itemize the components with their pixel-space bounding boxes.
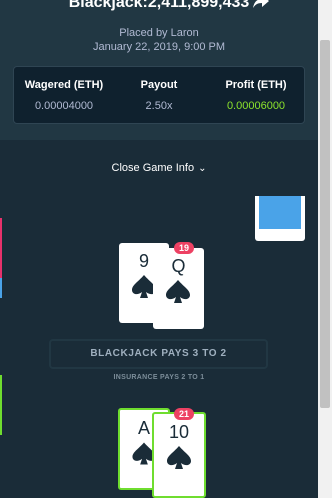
spade-icon [154, 444, 204, 475]
placed-by: Placed by Laron [119, 27, 199, 39]
wagered-value: 0.00004000 [34, 100, 94, 112]
wagered-stat: Wagered (ETH) 0.00004000 [18, 79, 110, 112]
payout-label: Payout [140, 79, 178, 91]
dealer-card-2: Q [153, 248, 204, 329]
card-back [259, 196, 301, 229]
toggle-label: Close Game Info [111, 162, 195, 174]
left-edge-accent-green [0, 375, 2, 435]
profit-label: Profit (ETH) [225, 79, 287, 91]
card-rank: Q [171, 256, 186, 276]
dealer-total-badge: 19 [174, 242, 195, 254]
bet-date: January 22, 2019, 9:00 PM [92, 41, 226, 53]
payout-value: 2.50x [145, 100, 173, 112]
chevron-down-icon: ⌄ [198, 163, 207, 174]
bet-header: Blackjack:2,411,899,433 Placed by Laron … [0, 0, 318, 140]
card-rank: 10 [168, 422, 190, 442]
bet-title: Blackjack:2,411,899,433 [68, 0, 250, 11]
payout-stat: Payout 2.50x [118, 79, 200, 112]
dealer-deck-card [255, 196, 305, 241]
insurance-text: INSURANCE PAYS 2 TO 1 [113, 374, 205, 381]
share-icon[interactable] [252, 0, 270, 10]
player-total-badge: 21 [174, 408, 195, 420]
spade-icon [153, 278, 204, 309]
scrollbar-thumb[interactable] [320, 40, 330, 408]
profit-value: 0.00006000 [226, 100, 286, 112]
profit-stat: Profit (ETH) 0.00006000 [210, 79, 302, 112]
left-edge-accent-blue [0, 278, 2, 298]
blackjack-pays-banner: BLACKJACK PAYS 3 TO 2 [49, 339, 268, 369]
title-row: Blackjack:2,411,899,433 [0, 0, 318, 18]
left-edge-accent [0, 218, 2, 278]
player-card-2: 10 [152, 412, 206, 498]
wagered-label: Wagered (ETH) [24, 79, 104, 91]
close-game-info-toggle[interactable]: Close Game Info ⌄ [0, 162, 318, 174]
bet-stats-panel: Wagered (ETH) 0.00004000 Payout 2.50x Pr… [13, 66, 305, 124]
